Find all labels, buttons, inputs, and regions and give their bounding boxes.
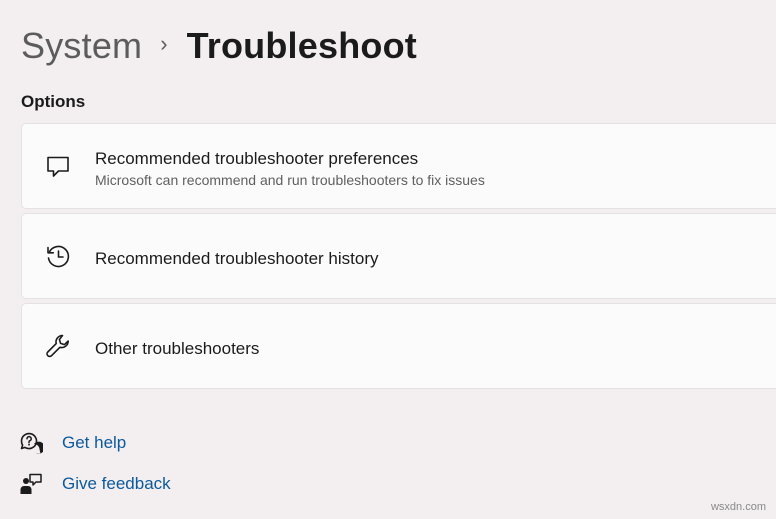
give-feedback-link[interactable]: Give feedback (19, 471, 171, 497)
option-title: Recommended troubleshooter history (95, 249, 379, 268)
option-description: Microsoft can recommend and run troubles… (95, 172, 485, 188)
wrench-icon (44, 332, 72, 360)
history-icon (44, 242, 72, 270)
chat-bubble-icon (44, 152, 72, 180)
option-title: Recommended troubleshooter preferences (95, 149, 419, 168)
option-recommended-history[interactable]: Recommended troubleshooter history (21, 213, 776, 299)
option-other-troubleshooters[interactable]: Other troubleshooters (21, 303, 776, 389)
option-title: Other troubleshooters (95, 339, 260, 358)
breadcrumb-system-link[interactable]: System (21, 25, 142, 67)
get-help-link[interactable]: Get help (19, 430, 126, 456)
section-title-options: Options (21, 92, 86, 111)
option-recommended-preferences[interactable]: Recommended troubleshooter preferences M… (21, 123, 776, 209)
get-help-label[interactable]: Get help (62, 433, 126, 453)
feedback-icon (19, 472, 43, 496)
help-chat-icon (19, 431, 43, 455)
chevron-right-icon: › (160, 31, 168, 56)
page-title: Troubleshoot (186, 25, 417, 66)
watermark: wsxdn.com (710, 501, 766, 513)
breadcrumb: System › Troubleshoot (21, 22, 417, 70)
give-feedback-label[interactable]: Give feedback (62, 474, 171, 494)
